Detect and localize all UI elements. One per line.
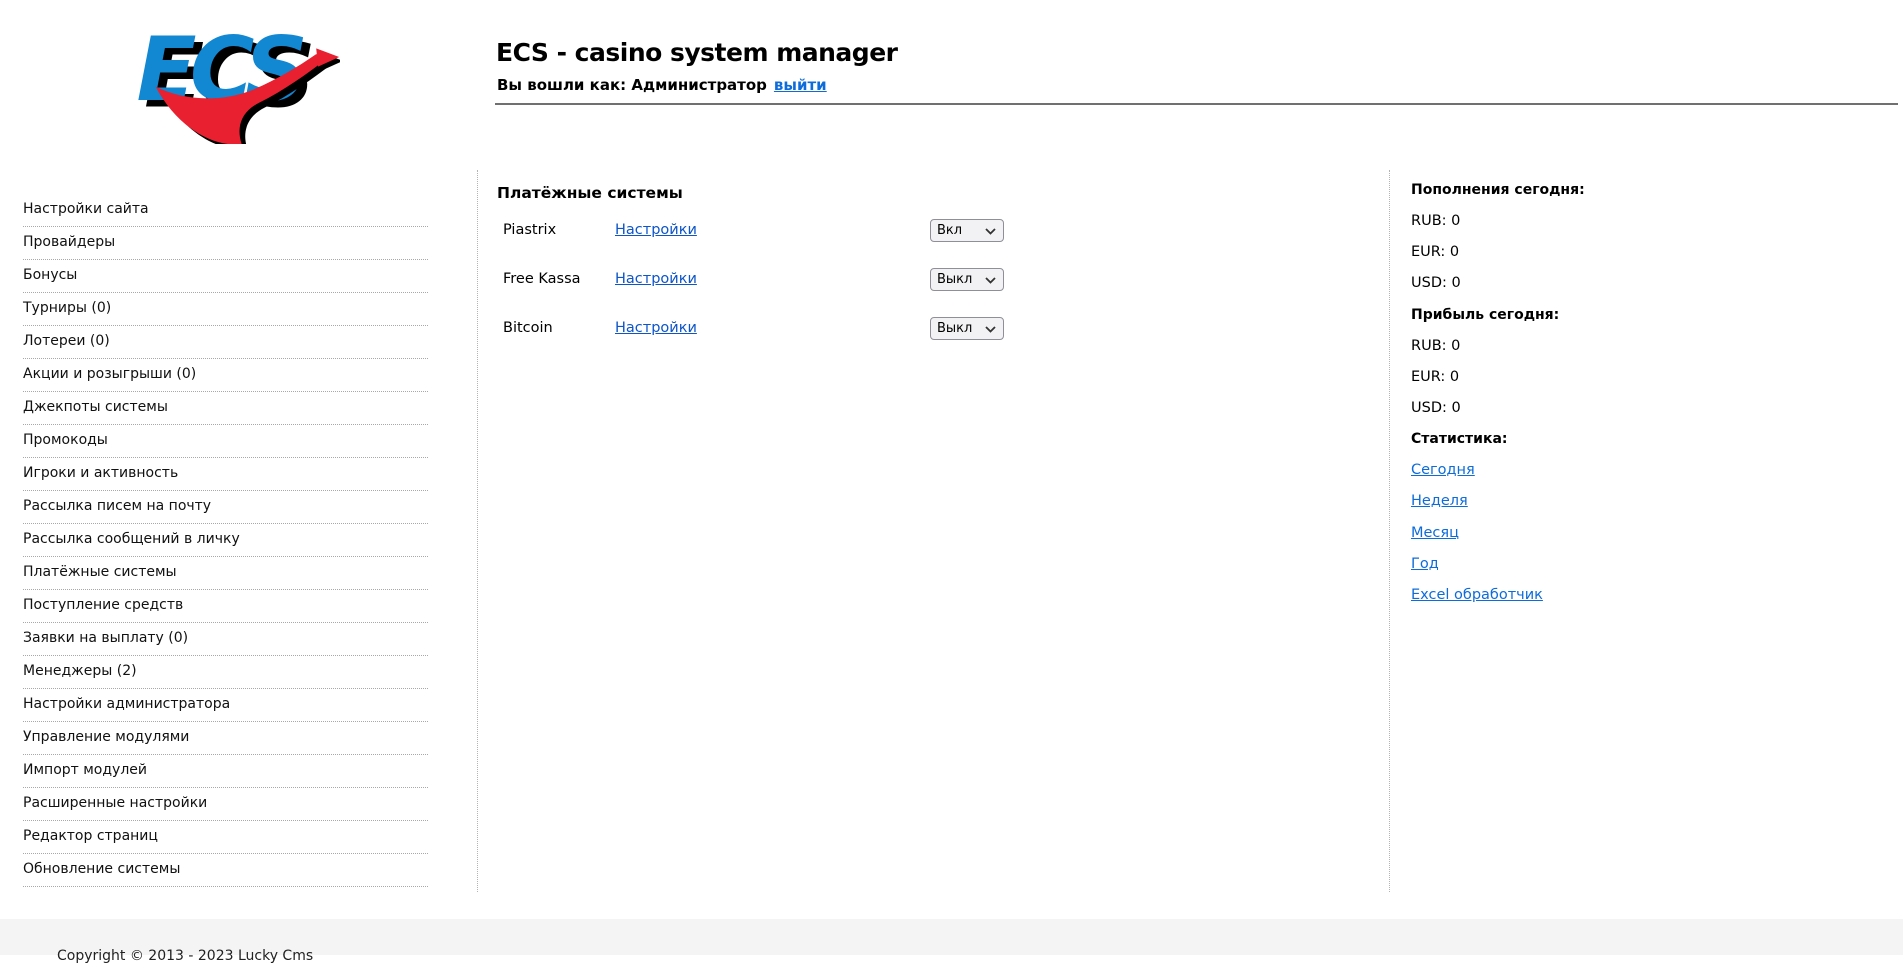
- payment-name: Free Kassa: [503, 271, 581, 287]
- payment-state-select[interactable]: Вкл: [930, 219, 1004, 242]
- deposits-usd: USD: 0: [1411, 275, 1461, 292]
- sidebar-item-payout-requests[interactable]: Заявки на выплату (0): [23, 623, 428, 656]
- sidebar-item-admin-settings[interactable]: Настройки администратора: [23, 689, 428, 722]
- statistics-heading: Статистика:: [1411, 431, 1508, 448]
- header-divider: [495, 103, 1898, 105]
- sidebar-item-pm-mailing[interactable]: Рассылка сообщений в личку: [23, 524, 428, 557]
- payment-settings-link[interactable]: Настройки: [615, 320, 697, 336]
- stats-panel: Пополнения сегодня: RUB: 0 EUR: 0 USD: 0…: [1411, 182, 1711, 618]
- sidebar-item-players-activity[interactable]: Игроки и активность: [23, 458, 428, 491]
- sidebar-item-email-mailing[interactable]: Рассылка писем на почту: [23, 491, 428, 524]
- ecs-logo: ECS ECS: [137, 18, 340, 144]
- sidebar-item-managers[interactable]: Менеджеры (2): [23, 656, 428, 689]
- page-title: ECS - casino system manager: [496, 38, 898, 67]
- sidebar-item-payment-systems[interactable]: Платёжные системы: [23, 557, 428, 590]
- profit-today-heading: Прибыль сегодня:: [1411, 306, 1560, 323]
- sidebar-item-bonuses[interactable]: Бонусы: [23, 260, 428, 293]
- stats-link-excel[interactable]: Excel обработчик: [1411, 587, 1543, 603]
- deposits-today-heading: Пополнения сегодня:: [1411, 182, 1585, 198]
- payment-state-value: Вкл: [937, 223, 963, 238]
- sidebar-item-advanced-settings[interactable]: Расширенные настройки: [23, 788, 428, 821]
- sidebar-main-divider: [477, 170, 478, 892]
- sidebar-item-tournaments[interactable]: Турниры (0): [23, 293, 428, 326]
- chevron-down-icon: [985, 277, 996, 284]
- footer: Copyright © 2013 - 2023 Lucky Cms: [0, 919, 1903, 964]
- payment-row-freekassa: Free Kassa Настройки Выкл: [497, 268, 1097, 297]
- payment-state-value: Выкл: [937, 321, 973, 336]
- sidebar-item-jackpots[interactable]: Джекпоты системы: [23, 392, 428, 425]
- profit-eur: EUR: 0: [1411, 368, 1460, 385]
- sidebar-item-module-import[interactable]: Импорт модулей: [23, 755, 428, 788]
- stats-link-today[interactable]: Сегодня: [1411, 462, 1475, 478]
- profit-rub: RUB: 0: [1411, 337, 1461, 354]
- stats-link-week[interactable]: Неделя: [1411, 493, 1468, 509]
- payment-row-piastrix: Piastrix Настройки Вкл: [497, 219, 1097, 248]
- payment-state-select[interactable]: Выкл: [930, 317, 1004, 340]
- payment-settings-link[interactable]: Настройки: [615, 271, 697, 287]
- deposits-rub: RUB: 0: [1411, 213, 1461, 230]
- sidebar-item-site-settings[interactable]: Настройки сайта: [23, 194, 428, 227]
- login-status: Вы вошли как: Администратор выйти: [497, 76, 827, 94]
- payment-name: Piastrix: [503, 222, 557, 238]
- payment-systems-heading: Платёжные системы: [497, 184, 683, 202]
- sidebar-item-lotteries[interactable]: Лотереи (0): [23, 326, 428, 359]
- sidebar-menu: Настройки сайта Провайдеры Бонусы Турнир…: [23, 194, 428, 887]
- payment-name: Bitcoin: [503, 320, 553, 336]
- payment-settings-link[interactable]: Настройки: [615, 222, 697, 238]
- sidebar-item-module-management[interactable]: Управление модулями: [23, 722, 428, 755]
- chevron-down-icon: [985, 228, 996, 235]
- stats-link-month[interactable]: Месяц: [1411, 525, 1459, 541]
- sidebar-menu-list: Настройки сайта Провайдеры Бонусы Турнир…: [23, 194, 428, 887]
- sidebar-item-page-editor[interactable]: Редактор страниц: [23, 821, 428, 854]
- profit-usd: USD: 0: [1411, 399, 1461, 416]
- sidebar-item-incoming-funds[interactable]: Поступление средств: [23, 590, 428, 623]
- deposits-eur: EUR: 0: [1411, 244, 1460, 261]
- payment-row-bitcoin: Bitcoin Настройки Выкл: [497, 317, 1097, 346]
- main-stats-divider: [1389, 170, 1390, 892]
- copyright-text: Copyright © 2013 - 2023 Lucky Cms: [57, 948, 314, 964]
- logout-link[interactable]: выйти: [774, 76, 827, 94]
- sidebar-item-promocodes[interactable]: Промокоды: [23, 425, 428, 458]
- payment-state-value: Выкл: [937, 272, 973, 287]
- login-status-text: Вы вошли как: Администратор: [497, 76, 767, 94]
- sidebar-item-promotions[interactable]: Акции и розыгрыши (0): [23, 359, 428, 392]
- sidebar-item-system-update[interactable]: Обновление системы: [23, 854, 428, 887]
- stats-link-year[interactable]: Год: [1411, 556, 1439, 572]
- payment-state-select[interactable]: Выкл: [930, 268, 1004, 291]
- chevron-down-icon: [985, 326, 996, 333]
- sidebar-item-providers[interactable]: Провайдеры: [23, 227, 428, 260]
